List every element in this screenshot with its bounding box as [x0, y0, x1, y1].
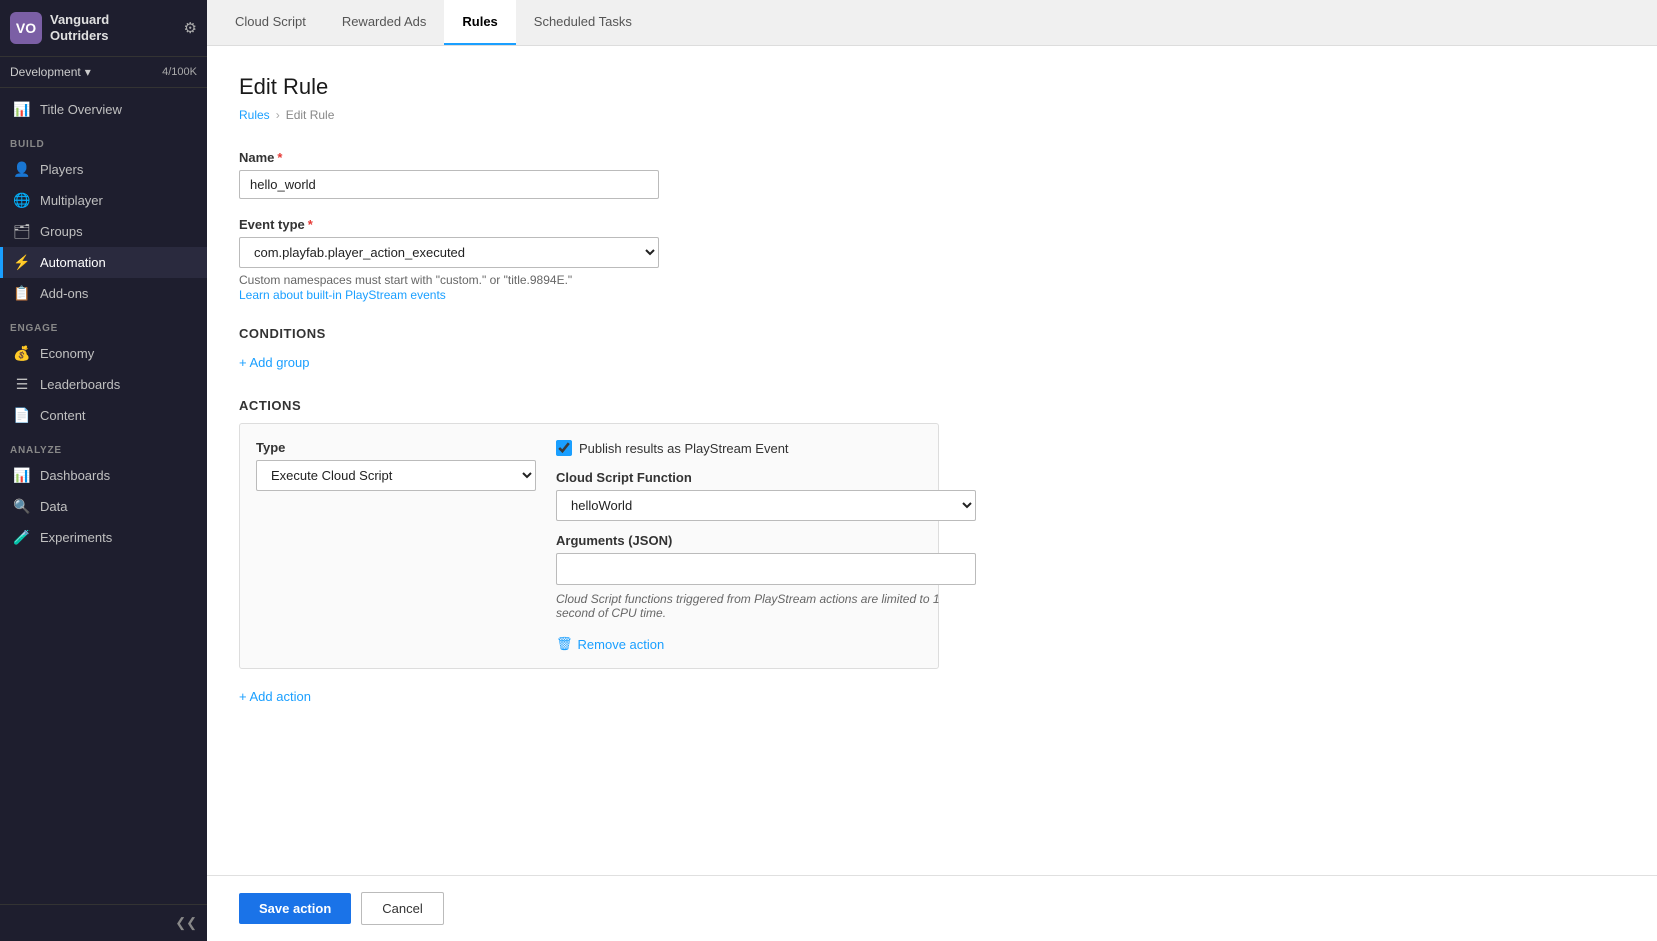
- bar-chart-icon: 📊: [13, 101, 31, 118]
- app-logo-icon: VO: [10, 12, 42, 44]
- sidebar-section-engage: ENGAGE: [0, 309, 207, 338]
- data-icon: 🔍: [13, 498, 31, 515]
- remove-action-button[interactable]: 🗑 Remove action: [556, 628, 664, 652]
- automation-icon: ⚡: [13, 254, 31, 271]
- breadcrumb-separator: ›: [276, 108, 280, 122]
- sidebar-item-leaderboards[interactable]: ☰ Leaderboards: [0, 369, 207, 400]
- tab-rules[interactable]: Rules: [444, 0, 515, 45]
- args-input[interactable]: [556, 553, 976, 585]
- dashboards-icon: 📊: [13, 467, 31, 484]
- publish-checkbox[interactable]: [556, 440, 572, 456]
- sidebar-item-label: Multiplayer: [40, 193, 103, 208]
- sidebar-item-label: Groups: [40, 224, 83, 239]
- players-icon: 👤: [13, 161, 31, 178]
- sidebar-item-label: Content: [40, 408, 86, 423]
- name-input[interactable]: [239, 170, 659, 199]
- sidebar-item-label: Add-ons: [40, 286, 88, 301]
- sidebar-item-content[interactable]: 📄 Content: [0, 400, 207, 431]
- main-area: Cloud ScriptRewarded AdsRulesScheduled T…: [207, 0, 1657, 941]
- event-type-select[interactable]: com.playfab.player_action_executed: [239, 237, 659, 268]
- env-count: 4/100K: [162, 66, 197, 78]
- sidebar-sections: BUILD 👤 Players 🌐 Multiplayer 🗂 Groups ⚡ Automat…: [0, 125, 207, 553]
- sidebar-item-groups[interactable]: 🗂 Groups: [0, 216, 207, 247]
- groups-icon: 🗂: [13, 223, 31, 240]
- name-field-group: Name *: [239, 150, 1625, 199]
- content-area: Edit Rule Rules › Edit Rule Name * Event…: [207, 46, 1657, 875]
- sidebar-item-label: Title Overview: [40, 102, 122, 117]
- publish-checkbox-label: Publish results as PlayStream Event: [579, 441, 789, 456]
- sidebar-item-label: Automation: [40, 255, 106, 270]
- sidebar-section-analyze: ANALYZE: [0, 431, 207, 460]
- leaderboards-icon: ☰: [13, 376, 31, 393]
- addons-icon: 📋: [13, 285, 31, 302]
- actions-section-title: ACTIONS: [239, 398, 1625, 413]
- tab-scheduled-tasks[interactable]: Scheduled Tasks: [516, 0, 650, 45]
- trash-icon: 🗑: [556, 636, 573, 652]
- sidebar-item-economy[interactable]: 💰 Economy: [0, 338, 207, 369]
- sidebar-item-label: Dashboards: [40, 468, 110, 483]
- sidebar-collapse-button[interactable]: ❮❮: [0, 904, 207, 941]
- breadcrumb-parent-link[interactable]: Rules: [239, 108, 270, 122]
- sidebar-item-experiments[interactable]: 🧪 Experiments: [0, 522, 207, 553]
- add-action-button[interactable]: + Add action: [239, 685, 311, 708]
- event-type-field-group: Event type * com.playfab.player_action_e…: [239, 217, 1625, 302]
- event-type-label: Event type *: [239, 217, 1625, 232]
- cloud-fn-label: Cloud Script Function: [556, 470, 976, 485]
- sidebar-item-label: Economy: [40, 346, 94, 361]
- sidebar-header: VO Vanguard Outriders ⚙: [0, 0, 207, 57]
- environment-selector[interactable]: Development ▾ 4/100K: [0, 57, 207, 88]
- settings-icon[interactable]: ⚙: [184, 19, 197, 37]
- conditions-section-title: CONDITIONS: [239, 326, 1625, 341]
- actions-row: Type Execute Cloud ScriptSend Push Notif…: [256, 440, 922, 652]
- sidebar-logo: VO Vanguard Outriders: [10, 12, 109, 44]
- bottom-bar: Save action Cancel: [207, 875, 1657, 941]
- sidebar-item-label: Players: [40, 162, 83, 177]
- sidebar-item-data[interactable]: 🔍 Data: [0, 491, 207, 522]
- sidebar-section-build: BUILD: [0, 125, 207, 154]
- sidebar-item-players[interactable]: 👤 Players: [0, 154, 207, 185]
- tab-rewarded-ads[interactable]: Rewarded Ads: [324, 0, 445, 45]
- sidebar-item-label: Experiments: [40, 530, 112, 545]
- playstream-events-link[interactable]: Learn about built-in PlayStream events: [239, 288, 446, 302]
- economy-icon: 💰: [13, 345, 31, 362]
- breadcrumb-current: Edit Rule: [286, 108, 335, 122]
- publish-checkbox-row: Publish results as PlayStream Event: [556, 440, 976, 456]
- action-item: Type Execute Cloud ScriptSend Push Notif…: [239, 423, 939, 669]
- event-type-required-star: *: [308, 217, 313, 232]
- event-type-hint: Custom namespaces must start with "custo…: [239, 273, 1625, 287]
- sidebar-item-automation[interactable]: ⚡ Automation: [0, 247, 207, 278]
- args-label: Arguments (JSON): [556, 533, 976, 548]
- env-dropdown[interactable]: Development ▾: [10, 65, 91, 79]
- add-group-button[interactable]: + Add group: [239, 351, 309, 374]
- experiments-icon: 🧪: [13, 529, 31, 546]
- cloud-function-select[interactable]: helloWorld: [556, 490, 976, 521]
- page-title: Edit Rule: [239, 74, 1625, 100]
- chevron-down-icon: ▾: [85, 65, 91, 79]
- sidebar-item-label: Data: [40, 499, 67, 514]
- sidebar: VO Vanguard Outriders ⚙ Development ▾ 4/…: [0, 0, 207, 941]
- cancel-button[interactable]: Cancel: [361, 892, 443, 925]
- content-icon: 📄: [13, 407, 31, 424]
- app-title: Vanguard Outriders: [50, 12, 109, 43]
- sidebar-item-dashboards[interactable]: 📊 Dashboards: [0, 460, 207, 491]
- type-group: Type Execute Cloud ScriptSend Push Notif…: [256, 440, 536, 491]
- breadcrumb: Rules › Edit Rule: [239, 108, 1625, 122]
- multiplayer-icon: 🌐: [13, 192, 31, 209]
- name-required-star: *: [277, 150, 282, 165]
- sidebar-item-addons[interactable]: 📋 Add-ons: [0, 278, 207, 309]
- type-label: Type: [256, 440, 536, 455]
- name-label: Name *: [239, 150, 1625, 165]
- action-options: Publish results as PlayStream Event Clou…: [556, 440, 976, 652]
- sidebar-item-label: Leaderboards: [40, 377, 120, 392]
- env-name: Development: [10, 65, 81, 79]
- save-action-button[interactable]: Save action: [239, 893, 351, 924]
- sidebar-item-title-overview[interactable]: 📊 Title Overview: [0, 94, 207, 125]
- cpu-hint: Cloud Script functions triggered from Pl…: [556, 592, 976, 620]
- action-type-select[interactable]: Execute Cloud ScriptSend Push Notificati…: [256, 460, 536, 491]
- tabs-bar: Cloud ScriptRewarded AdsRulesScheduled T…: [207, 0, 1657, 46]
- tab-cloud-script[interactable]: Cloud Script: [217, 0, 324, 45]
- sidebar-item-multiplayer[interactable]: 🌐 Multiplayer: [0, 185, 207, 216]
